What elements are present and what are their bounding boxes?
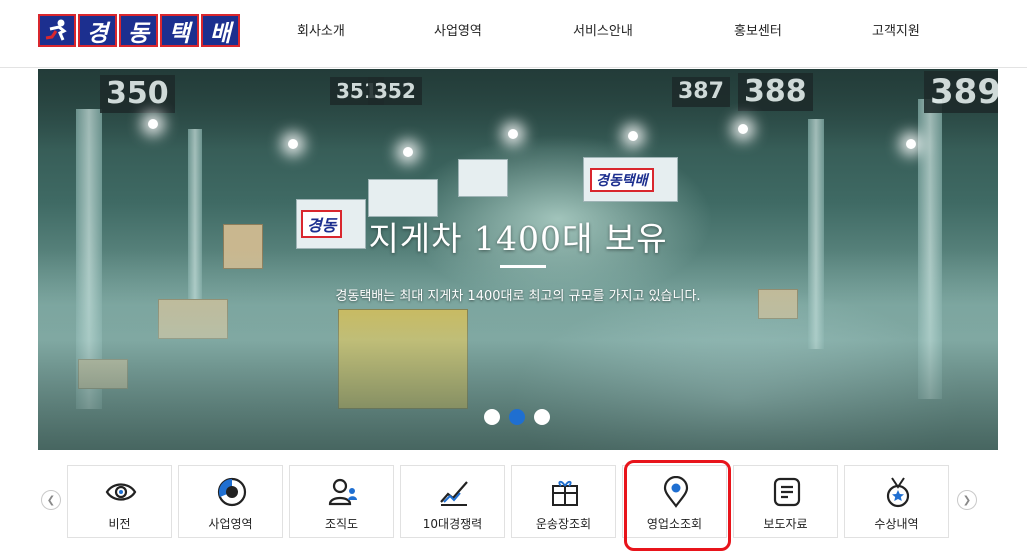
slide-dot[interactable] [534, 409, 550, 425]
quick-menu-label: 보도자료 [763, 517, 808, 531]
quick-menu-label: 수상내역 [874, 517, 919, 531]
quick-menu-top10[interactable]: 10대경쟁력 [400, 465, 505, 538]
quick-menu-business-area[interactable]: 사업영역 [178, 465, 283, 538]
quick-menu-vision[interactable]: 비전 [67, 465, 172, 538]
dock-number-sign: 388 [738, 73, 813, 111]
nav-company[interactable]: 회사소개 [297, 20, 345, 39]
ceiling-light [906, 139, 916, 149]
pie-chart-icon [217, 477, 247, 507]
truck-logo: 경동택배 [590, 168, 654, 192]
people-icon [328, 478, 357, 506]
hero-banner: 350 351 352 387 388 389 경동택배 경동 지게차 1400… [38, 69, 998, 450]
nav-business[interactable]: 사업영역 [434, 20, 482, 39]
warehouse-roof [38, 69, 998, 149]
slide-dot[interactable] [484, 409, 500, 425]
map-pin-icon [663, 476, 689, 508]
quick-menu-awards[interactable]: 수상내역 [844, 465, 949, 538]
nav-pr-center[interactable]: 홍보센터 [734, 20, 782, 39]
trend-chart-icon [440, 481, 468, 506]
quick-menu-label: 비전 [108, 517, 131, 531]
delivery-truck: 경동택배 [583, 157, 678, 202]
ceiling-light [403, 147, 413, 157]
ceiling-light [148, 119, 158, 129]
medal-icon [886, 477, 910, 508]
dock-number-sign: 387 [672, 77, 730, 107]
ceiling-light [508, 129, 518, 139]
quick-menu-label: 영업소조회 [646, 517, 703, 531]
quick-menu-prev-button[interactable]: ❮ [41, 490, 61, 510]
ceiling-light [288, 139, 298, 149]
main-nav: 회사소개 사업영역 서비스안내 홍보센터 고객지원 [0, 20, 1027, 42]
dock-number-sign: 350 [100, 75, 175, 113]
eye-icon [105, 483, 137, 501]
gift-box-icon [552, 480, 578, 506]
site-header: 경 동 택 배 회사소개 사업영역 서비스안내 홍보센터 고객지원 [0, 0, 1027, 68]
quick-menu-label: 10대경쟁력 [422, 517, 483, 531]
hero-divider [500, 265, 546, 268]
quick-menu-label: 조직도 [324, 517, 359, 531]
quick-menu-tracking[interactable]: 운송장조회 [511, 465, 616, 538]
nav-customer-support[interactable]: 고객지원 [872, 20, 920, 39]
quick-menu-branch-search[interactable]: 영업소조회 [622, 465, 727, 538]
hero-title: 지게차 1400대 보유 [368, 219, 668, 258]
dock-number-sign: 389 [924, 71, 998, 113]
ceiling-light [628, 131, 638, 141]
quick-menu-press[interactable]: 보도자료 [733, 465, 838, 538]
nav-service[interactable]: 서비스안내 [573, 20, 633, 39]
delivery-truck [458, 159, 508, 197]
hero-subtitle: 경동택배는 최대 지게차 1400대로 최고의 규모를 가지고 있습니다. [335, 289, 701, 304]
document-lines-icon [773, 477, 801, 507]
quick-menu-organization[interactable]: 조직도 [289, 465, 394, 538]
slide-dot-active[interactable] [509, 409, 525, 425]
ceiling-light [738, 124, 748, 134]
slide-indicators [484, 409, 550, 425]
quick-menu-label: 사업영역 [208, 517, 253, 531]
chevron-right-icon: ❯ [962, 494, 972, 506]
quick-menu-label: 운송장조회 [535, 517, 592, 531]
quick-menu-next-button[interactable]: ❯ [957, 490, 977, 510]
dock-number-sign: 352 [368, 77, 422, 105]
chevron-left-icon: ❮ [46, 494, 56, 506]
